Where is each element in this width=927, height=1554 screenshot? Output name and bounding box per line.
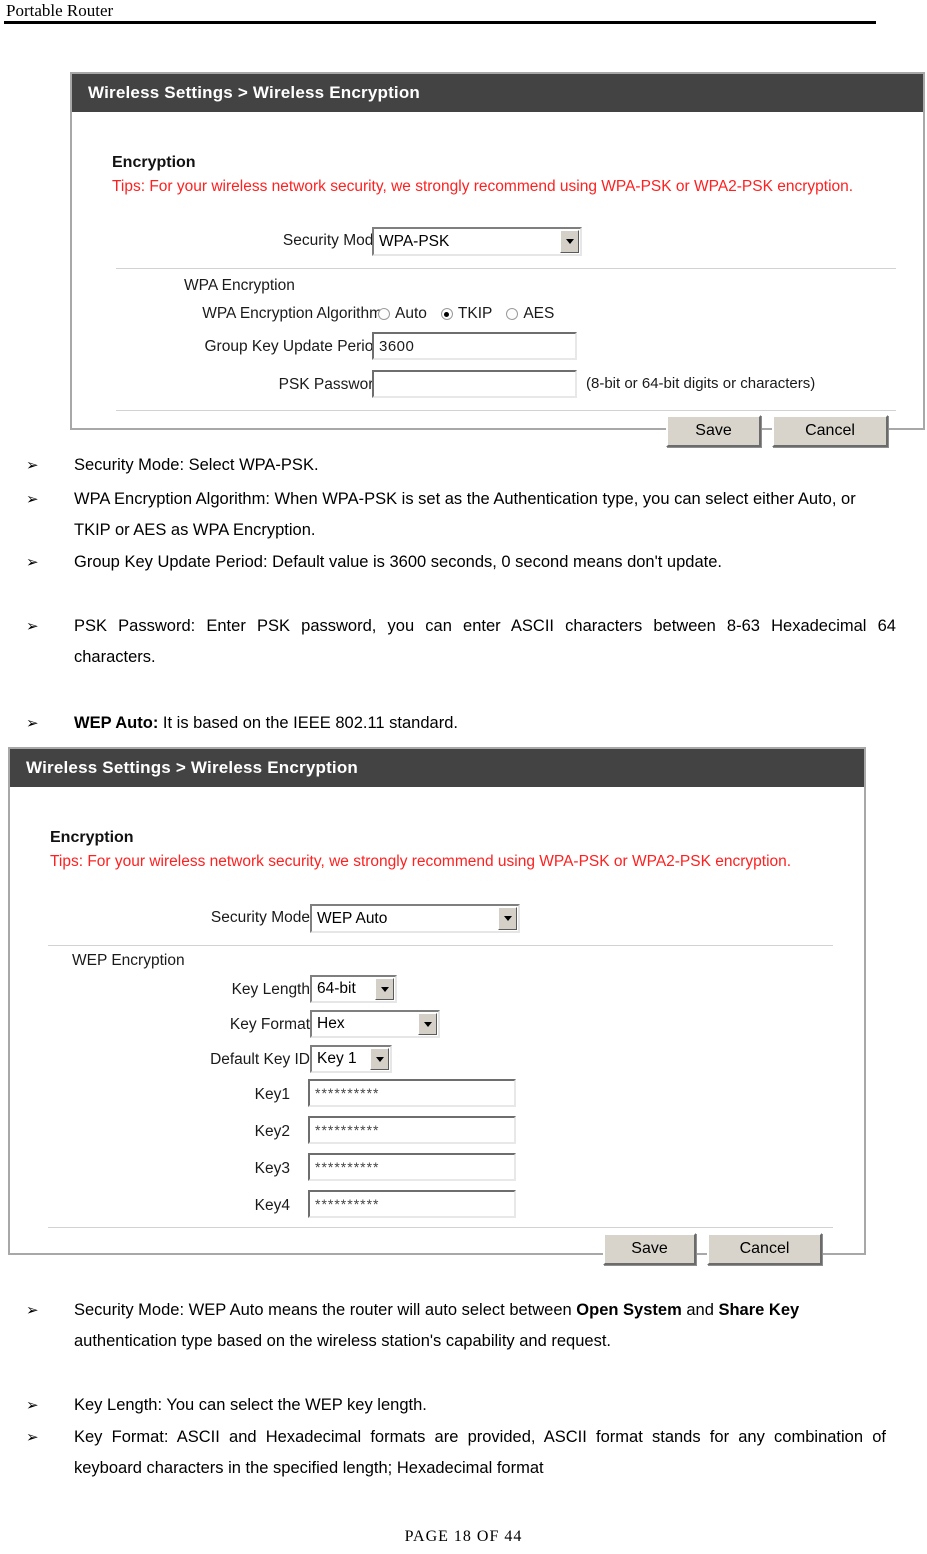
wep-default-key-id-value: Key 1 [317, 1050, 357, 1067]
wep-divider-line [48, 945, 833, 946]
radio-dot-tkip-icon [440, 308, 453, 320]
bullet-arrow-icon: ➢ [26, 618, 39, 635]
wep-key4-label: Key4 [254, 1197, 290, 1214]
wep-key4-input[interactable]: ********** [308, 1190, 516, 1218]
chevron-down-icon[interactable] [418, 1013, 437, 1035]
bullet-arrow-icon: ➢ [26, 1302, 39, 1319]
wpa-psk-password-input[interactable] [372, 370, 577, 398]
wep-key3-label: Key3 [254, 1160, 290, 1177]
wep-key1-label: Key1 [254, 1086, 290, 1103]
list-item: ➢ Key Length: You can select the WEP key… [26, 1390, 886, 1421]
wpa-psk-password-hint: (8-bit or 64-bit digits or characters) [586, 375, 816, 392]
wep-key2-input[interactable]: ********** [308, 1116, 516, 1144]
wep-encryption-panel: Wireless Settings > Wireless Encryption … [8, 747, 866, 1265]
list-item-text: Key Format: ASCII and Hexadecimal format… [74, 1428, 886, 1477]
wep-key-format-value: Hex [317, 1015, 345, 1032]
wep-key-length-value: 64-bit [317, 980, 356, 997]
wep-footer-divider [48, 1227, 833, 1228]
list-item-text: WPA Encryption Algorithm: When WPA-PSK i… [74, 490, 856, 539]
list-item: ➢ WPA Encryption Algorithm: When WPA-PSK… [26, 484, 896, 546]
bullet-arrow-icon: ➢ [26, 457, 39, 474]
wep-section-title: Encryption [50, 829, 134, 846]
list-item-text-post: authentication type based on the wireles… [74, 1332, 611, 1350]
wep-auto-heading: ➢ WEP Auto: It is based on the IEEE 802.… [26, 708, 896, 739]
bullet-arrow-icon: ➢ [26, 715, 39, 732]
wep-key1-input[interactable]: ********** [308, 1079, 516, 1107]
list-item-text: Group Key Update Period: Default value i… [74, 553, 722, 571]
radio-label-aes: AES [523, 305, 555, 322]
wpa-security-mode-select[interactable]: WPA-PSK [372, 227, 582, 256]
radio-option-aes[interactable]: AES [506, 305, 554, 323]
radio-option-tkip[interactable]: TKIP [440, 305, 493, 323]
chevron-down-icon[interactable] [560, 230, 579, 253]
list-item-text: PSK Password: Enter PSK password, you ca… [74, 617, 896, 666]
wpa-security-mode-value: WPA-PSK [379, 232, 450, 250]
wep-key-length-label: Key Length [231, 981, 310, 998]
wep-tips-text: Tips: For your wireless network security… [50, 853, 792, 870]
wep-panel-titlebar: Wireless Settings > Wireless Encryption [10, 749, 864, 787]
wep-key-format-select[interactable]: Hex [310, 1010, 440, 1038]
wpa-encryption-panel: Wireless Settings > Wireless Encryption … [70, 72, 925, 447]
list-item: ➢ Key Format: ASCII and Hexadecimal form… [26, 1422, 886, 1484]
radio-dot-aes-icon [506, 308, 519, 320]
wpa-save-button[interactable]: Save [666, 415, 761, 447]
header-divider [4, 21, 876, 24]
running-header-title: Portable Router [6, 1, 114, 20]
list-item-text-mid: and [681, 1301, 719, 1319]
wep-key3-input[interactable]: ********** [308, 1153, 516, 1181]
radio-label-tkip: TKIP [457, 305, 493, 322]
wpa-divider-line [116, 268, 896, 269]
wep-security-mode-select[interactable]: WEP Auto [310, 904, 520, 933]
wep-security-mode-value: WEP Auto [317, 909, 388, 927]
wpa-panel-body: Encryption Tips: For your wireless netwo… [72, 112, 923, 447]
wpa-tips-text: Tips: For your wireless network security… [112, 178, 854, 195]
bullet-arrow-icon: ➢ [26, 491, 39, 508]
page-footer: PAGE 18 OF 44 [404, 1528, 523, 1545]
wep-encryption-group-label: WEP Encryption [72, 952, 185, 969]
wpa-panel-titlebar: Wireless Settings > Wireless Encryption [72, 74, 923, 112]
wep-default-key-id-label: Default Key ID [210, 1051, 310, 1068]
bullet-arrow-icon: ➢ [26, 554, 39, 571]
wpa-group-key-input[interactable]: 3600 [372, 332, 577, 360]
wpa-encryption-group-label: WPA Encryption [184, 277, 295, 294]
chevron-down-icon[interactable] [375, 978, 394, 1000]
wpa-section-title: Encryption [112, 154, 196, 171]
list-item-bold-share-key: Share Key [718, 1301, 800, 1319]
wep-key-format-label: Key Format [229, 1016, 310, 1033]
wpa-psk-password-label: PSK Password [278, 376, 382, 393]
wpa-algorithm-radio-group[interactable]: Auto TKIP AES [378, 305, 568, 323]
list-item-text: Key Length: You can select the WEP key l… [74, 1396, 427, 1414]
wep-security-mode-label: Security Mode [210, 909, 310, 926]
document-running-header: Portable Router [0, 0, 927, 26]
chevron-down-icon[interactable] [370, 1048, 389, 1070]
wep-cancel-button[interactable]: Cancel [707, 1233, 822, 1265]
wep-key-length-select[interactable]: 64-bit [310, 975, 397, 1003]
radio-label-auto: Auto [395, 305, 427, 322]
bullet-arrow-icon: ➢ [26, 1397, 39, 1414]
list-item: ➢ Security Mode: Select WPA-PSK. [26, 450, 896, 481]
radio-option-auto[interactable]: Auto [378, 305, 427, 323]
list-item: ➢ PSK Password: Enter PSK password, you … [26, 611, 896, 673]
wpa-security-mode-label: Security Mode [282, 232, 382, 249]
list-item: ➢ Security Mode: WEP Auto means the rout… [26, 1295, 886, 1357]
list-item-text: Security Mode: Select WPA-PSK. [74, 456, 319, 474]
radio-dot-auto-icon [378, 308, 390, 320]
bullet-arrow-icon: ➢ [26, 1429, 39, 1446]
wpa-cancel-button[interactable]: Cancel [772, 415, 888, 447]
list-item-text: Security Mode: WEP Auto means the router… [74, 1301, 577, 1319]
chevron-down-icon[interactable] [498, 907, 517, 930]
wep-auto-heading-bold: WEP Auto: [74, 714, 159, 732]
wep-auto-heading-rest: It is based on the IEEE 802.11 standard. [158, 714, 458, 732]
wep-key2-label: Key2 [254, 1123, 290, 1140]
wep-default-key-id-select[interactable]: Key 1 [310, 1045, 392, 1073]
list-item: ➢ Group Key Update Period: Default value… [26, 547, 896, 578]
wpa-algorithm-label: WPA Encryption Algorithm [202, 305, 382, 322]
list-item-bold-open-system: Open System [576, 1301, 682, 1319]
wpa-group-key-label: Group Key Update Period [204, 338, 383, 355]
wpa-footer-divider [116, 410, 896, 411]
wep-save-button[interactable]: Save [603, 1233, 696, 1265]
wep-panel-body: Encryption Tips: For your wireless netwo… [10, 787, 864, 1265]
